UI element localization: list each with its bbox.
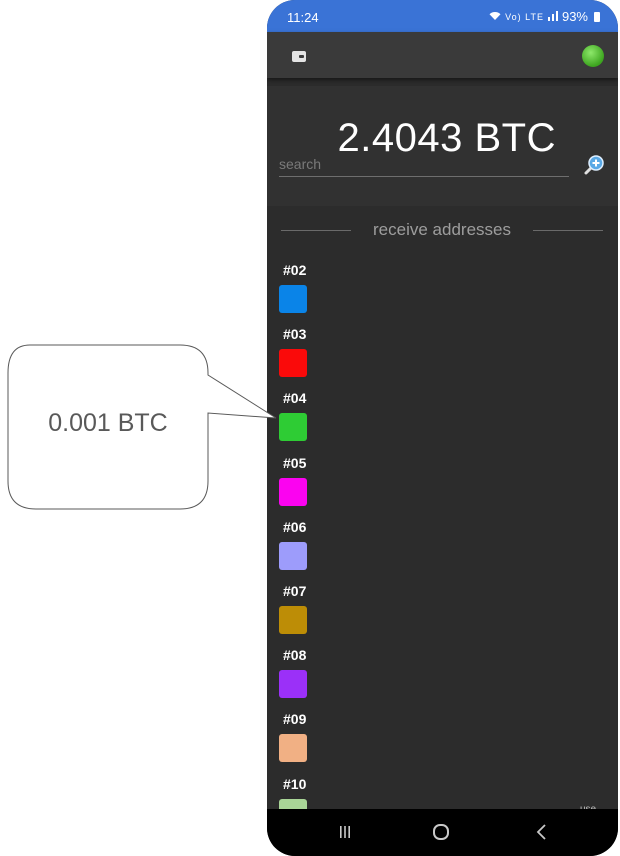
connection-status-indicator[interactable]	[582, 45, 604, 67]
address-item[interactable]: #02	[279, 262, 609, 326]
address-color-swatch[interactable]	[279, 605, 307, 634]
address-item[interactable]: #07	[279, 583, 609, 647]
address-label: #09	[283, 711, 307, 728]
address-label: #04	[283, 390, 307, 407]
address-label: #07	[283, 582, 307, 599]
address-color-swatch[interactable]	[279, 477, 307, 506]
receive-addresses-header: receive addresses	[281, 220, 603, 240]
address-color-swatch[interactable]	[279, 349, 307, 378]
address-color-swatch[interactable]	[279, 285, 307, 313]
callout-text: 0.001 BTC	[48, 408, 168, 437]
wallet-icon[interactable]	[292, 51, 306, 62]
address-label: #08	[283, 647, 307, 664]
address-item[interactable]: #03	[279, 326, 609, 390]
address-color-swatch[interactable]	[279, 413, 307, 442]
address-item[interactable]: #04	[279, 390, 609, 454]
address-label: #10	[283, 775, 307, 792]
section-title: receive addresses	[373, 220, 511, 239]
address-color-swatch[interactable]	[279, 541, 307, 570]
home-icon[interactable]	[433, 824, 449, 840]
divider	[532, 229, 603, 231]
status-bar: 11:24 Vo) LTE 93%	[267, 0, 618, 32]
address-label: #06	[283, 518, 307, 535]
battery-icon	[594, 11, 600, 22]
divider	[281, 229, 352, 231]
network-label: Vo) LTE	[505, 11, 544, 22]
battery-percent: 93%	[561, 9, 588, 24]
zoom-search-icon[interactable]	[583, 154, 605, 176]
address-item[interactable]: #05	[279, 455, 609, 519]
phone-screen: 11:24 Vo) LTE 93% 2.4043 BTC search rece…	[267, 0, 618, 856]
address-label: #05	[283, 454, 307, 471]
signal-icon	[547, 9, 558, 24]
app-bar	[267, 32, 618, 78]
address-label: #03	[283, 326, 307, 343]
address-list: #02 #03 #04 #05 #06 #07 #08 #09 #10	[279, 262, 609, 840]
address-color-swatch[interactable]	[279, 670, 307, 699]
back-icon[interactable]	[535, 823, 549, 841]
navigation-bar	[267, 809, 618, 856]
address-color-swatch[interactable]	[279, 734, 307, 763]
wifi-icon	[489, 9, 501, 24]
address-item[interactable]: #06	[279, 519, 609, 583]
status-indicators: Vo) LTE 93%	[489, 9, 600, 24]
status-time: 11:24	[287, 10, 319, 25]
address-item[interactable]: #09	[279, 711, 609, 775]
address-item[interactable]: #08	[279, 647, 609, 711]
search-input[interactable]	[279, 152, 569, 177]
balance-panel: 2.4043 BTC	[267, 86, 618, 206]
address-label: #02	[283, 262, 307, 278]
recents-icon[interactable]	[337, 824, 353, 840]
